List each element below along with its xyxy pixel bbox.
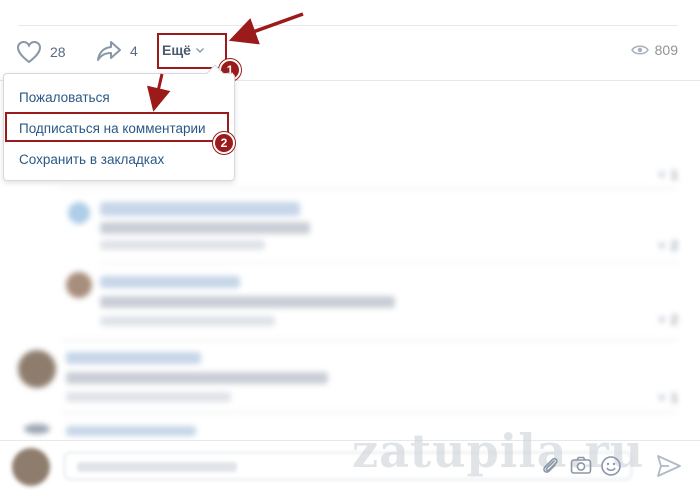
heart-icon: ♥ [658,167,666,182]
step-badge-2: 2 [213,132,235,154]
heart-icon: ♥ [658,312,666,327]
paperclip-icon[interactable] [540,455,560,482]
comment-meta [100,240,265,250]
avatar [66,272,92,298]
heart-icon: ♥ [658,238,666,253]
separator [18,25,678,26]
comment-meta [66,392,231,402]
comment-author [66,426,196,436]
comment-like[interactable]: ♥ 2 [658,238,678,253]
comment-author [66,352,201,364]
share-icon [96,40,122,62]
comment-text [100,222,310,234]
avatar [18,350,56,388]
highlight-subscribe-box [5,112,229,142]
share-count: 4 [130,43,138,59]
menu-item-report[interactable]: Пожаловаться [4,83,234,111]
avatar [12,448,50,486]
smile-icon[interactable] [600,455,622,482]
separator [60,188,678,189]
heart-icon: ♥ [658,390,666,405]
heart-icon [16,40,42,64]
like-count: 28 [50,44,66,60]
eye-icon [630,44,649,56]
comment-like[interactable]: ♥ 2 [658,312,678,327]
comment-like[interactable]: ♥ 1 [658,390,678,405]
send-icon[interactable] [656,454,682,483]
comment-input-placeholder [77,462,237,472]
comment-like[interactable]: ♥ 1 [658,167,678,182]
separator [60,412,678,413]
camera-icon[interactable] [570,455,592,480]
highlight-more-box [157,33,227,69]
views-counter: 809 [630,42,678,58]
comment-text [66,372,328,384]
menu-item-save-bookmarks[interactable]: Сохранить в закладках [4,145,234,173]
share-button[interactable]: 4 [96,40,138,62]
comments-list: ♥ 1 ♥ 2 ♥ 2 ♥ 1 [0,167,700,440]
separator [100,262,678,263]
like-button[interactable]: 28 [16,40,66,64]
post-footer-screen: { "post_actions": { "likes": "28", "shar… [0,0,700,500]
avatar [68,202,90,224]
comment-text [100,296,395,308]
comment-meta [100,316,275,326]
comment-author [100,276,240,288]
comment-author [100,202,300,216]
views-count: 809 [654,42,678,58]
separator [60,340,678,341]
avatar [24,424,50,434]
